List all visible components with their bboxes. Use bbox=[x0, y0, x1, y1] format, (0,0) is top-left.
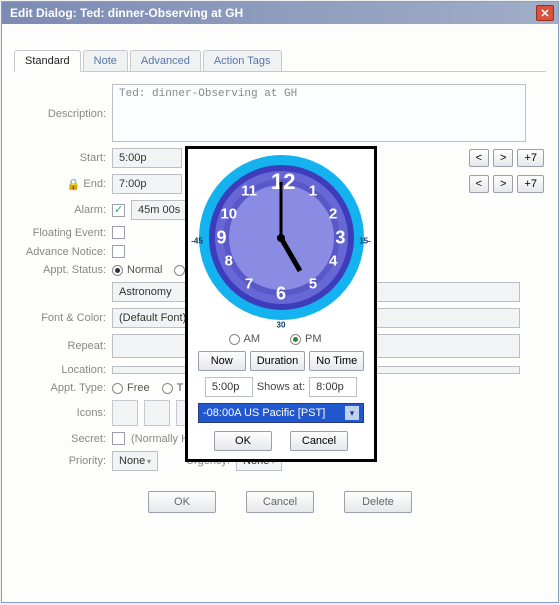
end-prev-button[interactable]: < bbox=[469, 175, 489, 193]
chevron-down-icon: ▾ bbox=[345, 406, 359, 420]
label-secret: Secret: bbox=[16, 433, 112, 445]
no-time-button[interactable]: No Time bbox=[309, 351, 364, 371]
icon-slot-1[interactable] bbox=[112, 400, 138, 426]
label-type: Appt. Type: bbox=[16, 382, 112, 394]
clock-num-11: 11 bbox=[239, 183, 259, 200]
tab-note[interactable]: Note bbox=[83, 50, 128, 71]
advance-checkbox[interactable] bbox=[112, 245, 125, 258]
label-priority: Priority: bbox=[16, 455, 112, 467]
chevron-down-icon: ▾ bbox=[147, 457, 151, 466]
end-stepper: < > +7 bbox=[469, 175, 544, 193]
priority-select[interactable]: None▾ bbox=[112, 451, 158, 471]
timezone-select[interactable]: -08:00A US Pacific [PST] ▾ bbox=[198, 403, 364, 423]
description-textarea[interactable]: Ted: dinner-Observing at GH bbox=[112, 84, 526, 142]
outer-min-45: -45 bbox=[187, 237, 207, 246]
clock-num-2: 2 bbox=[323, 206, 343, 223]
popup-ok-button[interactable]: OK bbox=[214, 431, 272, 451]
tab-advanced[interactable]: Advanced bbox=[130, 50, 201, 71]
minute-hand bbox=[280, 182, 283, 238]
clock-num-5: 5 bbox=[303, 275, 323, 292]
start-plus7-button[interactable]: +7 bbox=[517, 149, 544, 167]
time-picker-popup: 12 1 2 3 4 5 6 7 8 9 10 11 30 -45 15- AM bbox=[185, 146, 377, 462]
clock-num-9: 9 bbox=[212, 227, 232, 248]
tabs: Standard Note Advanced Action Tags bbox=[14, 50, 546, 72]
window-title: Edit Dialog: Ted: dinner-Observing at GH bbox=[10, 6, 243, 20]
outer-min-30: 30 bbox=[271, 321, 291, 330]
label-end: 🔒 End: bbox=[16, 178, 112, 190]
end-next-button[interactable]: > bbox=[493, 175, 513, 193]
cancel-button[interactable]: Cancel bbox=[246, 491, 314, 513]
label-fontcolor: Font & Color: bbox=[16, 312, 112, 324]
close-icon[interactable]: ✕ bbox=[536, 5, 554, 21]
start-prev-button[interactable]: < bbox=[469, 149, 489, 167]
clock-center bbox=[277, 234, 285, 242]
popup-time-input[interactable] bbox=[205, 377, 253, 397]
label-floating: Floating Event: bbox=[16, 227, 112, 239]
type-free-radio[interactable]: Free bbox=[112, 382, 150, 394]
end-plus7-button[interactable]: +7 bbox=[517, 175, 544, 193]
clock-num-4: 4 bbox=[323, 252, 343, 269]
end-time-input[interactable] bbox=[112, 174, 182, 194]
pm-radio[interactable]: PM bbox=[290, 333, 322, 345]
clock-face[interactable]: 12 1 2 3 4 5 6 7 8 9 10 11 bbox=[199, 155, 364, 320]
ok-button[interactable]: OK bbox=[148, 491, 216, 513]
label-description: Description: bbox=[16, 84, 112, 120]
clock-num-1: 1 bbox=[303, 183, 323, 200]
alarm-checkbox[interactable]: ✓ bbox=[112, 204, 125, 217]
now-button[interactable]: Now bbox=[198, 351, 246, 371]
label-status: Appt. Status: bbox=[16, 264, 112, 276]
label-advance: Advance Notice: bbox=[16, 246, 112, 258]
clock-num-6: 6 bbox=[271, 284, 291, 305]
tab-standard[interactable]: Standard bbox=[14, 50, 81, 72]
start-next-button[interactable]: > bbox=[493, 149, 513, 167]
titlebar: Edit Dialog: Ted: dinner-Observing at GH… bbox=[2, 2, 558, 24]
label-location: Location: bbox=[16, 364, 112, 376]
clock-num-10: 10 bbox=[219, 206, 239, 223]
clock-num-3: 3 bbox=[330, 227, 350, 248]
status-normal-radio[interactable]: Normal bbox=[112, 264, 162, 276]
shows-at-input[interactable] bbox=[309, 377, 357, 397]
icon-slot-2[interactable] bbox=[144, 400, 170, 426]
alarm-value-input[interactable] bbox=[131, 200, 187, 220]
label-icons: Icons: bbox=[16, 407, 112, 419]
label-start: Start: bbox=[16, 152, 112, 164]
tab-action-tags[interactable]: Action Tags bbox=[203, 50, 282, 71]
label-repeat: Repeat: bbox=[16, 340, 112, 352]
outer-min-15: 15- bbox=[355, 237, 375, 246]
shows-at-label: Shows at: bbox=[257, 381, 305, 393]
start-time-input[interactable] bbox=[112, 148, 182, 168]
am-radio[interactable]: AM bbox=[229, 333, 261, 345]
popup-cancel-button[interactable]: Cancel bbox=[290, 431, 348, 451]
floating-checkbox[interactable] bbox=[112, 226, 125, 239]
clock-num-7: 7 bbox=[239, 275, 259, 292]
clock-num-8: 8 bbox=[219, 252, 239, 269]
lock-icon: 🔒 bbox=[67, 178, 79, 190]
secret-checkbox[interactable] bbox=[112, 432, 125, 445]
label-alarm: Alarm: bbox=[16, 204, 112, 216]
delete-button[interactable]: Delete bbox=[344, 491, 412, 513]
duration-button[interactable]: Duration bbox=[250, 351, 306, 371]
type-t-radio[interactable]: T bbox=[162, 382, 184, 394]
status-other-radio[interactable] bbox=[174, 265, 185, 276]
start-stepper: < > +7 bbox=[469, 149, 544, 167]
